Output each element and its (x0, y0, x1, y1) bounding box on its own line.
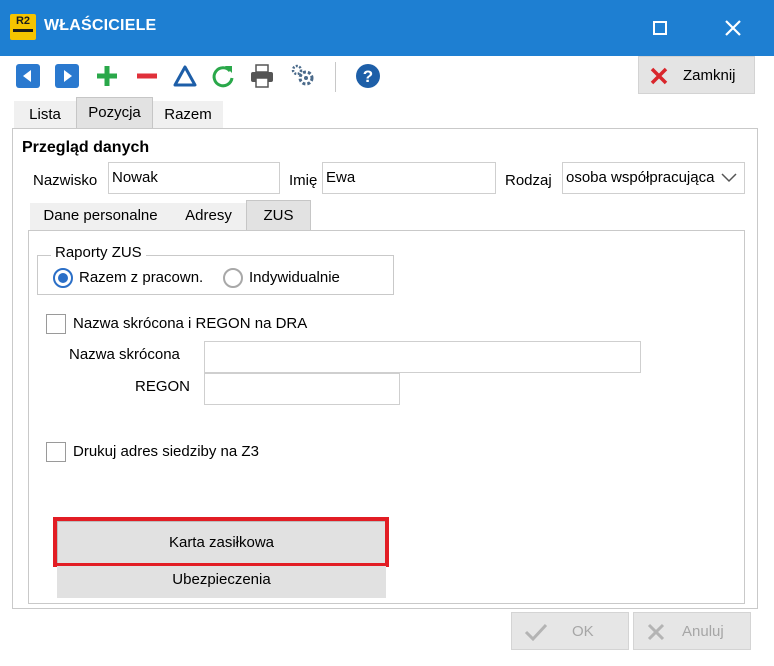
arrow-left-icon (16, 64, 40, 88)
imie-field[interactable]: Ewa (322, 162, 496, 194)
app-logo-text: R2 (15, 15, 31, 27)
refresh-icon (212, 66, 234, 88)
ok-button[interactable]: OK (511, 612, 629, 650)
nazwa-skrocona-label: Nazwa skrócona (69, 346, 180, 363)
nazwa-skrocona-field[interactable] (204, 341, 641, 373)
previous-button[interactable] (15, 63, 41, 89)
triangle-up-icon (173, 65, 197, 87)
next-button[interactable] (54, 63, 80, 89)
checkbox-drukuj-adres-z3[interactable] (46, 442, 66, 462)
chevron-down-icon (721, 173, 737, 183)
radio-indywidualnie[interactable] (223, 268, 243, 288)
add-button[interactable] (94, 63, 120, 89)
close-icon (725, 20, 741, 36)
window-title: WŁAŚCICIELE (44, 17, 157, 34)
gears-icon (291, 64, 314, 86)
zamknij-button[interactable]: Zamknij (638, 56, 755, 94)
anuluj-button[interactable]: Anuluj (633, 612, 751, 650)
edit-button[interactable] (172, 63, 198, 89)
ubezpieczenia-button[interactable]: Ubezpieczenia (57, 566, 386, 598)
minus-icon (137, 73, 157, 79)
anuluj-label: Anuluj (682, 623, 724, 640)
delete-button[interactable] (134, 63, 160, 89)
tab-razem[interactable]: Razem (153, 101, 223, 129)
checkbox-drukuj-adres-z3-label[interactable]: Drukuj adres siedziby na Z3 (73, 443, 259, 460)
cancel-icon (647, 623, 665, 641)
nazwisko-field[interactable]: Nowak (108, 162, 280, 194)
print-button[interactable] (249, 63, 275, 89)
karta-zasilkowa-button[interactable]: Karta zasiłkowa (57, 521, 386, 565)
tab-pozycja[interactable]: Pozycja (76, 97, 153, 129)
zamknij-label: Zamknij (683, 67, 736, 84)
raporty-zus-legend: Raporty ZUS (51, 244, 146, 261)
imie-label: Imię (289, 172, 318, 189)
radio-razem-z-pracown[interactable] (53, 268, 73, 288)
rodzaj-value: osoba współpracująca (566, 169, 715, 186)
tab-adresy[interactable]: Adresy (171, 203, 246, 231)
tab-zus[interactable]: ZUS (246, 200, 311, 231)
app-logo: R2 (10, 14, 36, 40)
svg-text:?: ? (363, 67, 373, 86)
printer-icon (251, 64, 273, 88)
help-button[interactable]: ? (355, 63, 381, 89)
tab-lista[interactable]: Lista (14, 101, 76, 129)
check-icon (524, 623, 548, 642)
arrow-right-icon (55, 64, 79, 88)
checkbox-nazwa-regon-dra[interactable] (46, 314, 66, 334)
rodzaj-label: Rodzaj (505, 172, 552, 189)
toolbar-separator (335, 62, 336, 92)
ok-label: OK (572, 623, 594, 640)
regon-field[interactable] (204, 373, 400, 405)
nazwisko-label: Nazwisko (33, 172, 98, 189)
tab-dane-personalne[interactable]: Dane personalne (30, 203, 171, 231)
maximize-button[interactable] (636, 8, 682, 48)
close-icon (650, 67, 668, 85)
checkbox-nazwa-regon-dra-label[interactable]: Nazwa skrócona i REGON na DRA (73, 315, 307, 332)
radio-razem-label[interactable]: Razem z pracown. (79, 269, 203, 286)
maximize-icon (653, 21, 667, 35)
help-icon: ? (356, 64, 380, 88)
settings-button[interactable] (290, 63, 316, 89)
section-title: Przegląd danych (22, 139, 150, 156)
plus-icon (97, 66, 117, 86)
rodzaj-select[interactable]: osoba współpracująca (562, 162, 745, 194)
regon-label: REGON (135, 378, 191, 395)
refresh-button[interactable] (210, 63, 236, 89)
window-close-button[interactable] (710, 8, 756, 48)
radio-indywidualnie-label[interactable]: Indywidualnie (249, 269, 340, 286)
